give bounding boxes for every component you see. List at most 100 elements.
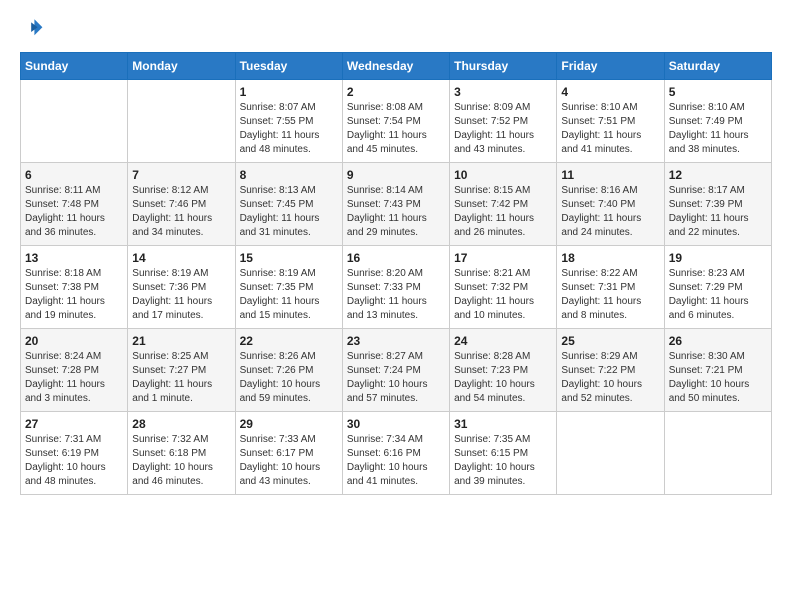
day-number: 19 — [669, 251, 767, 265]
weekday-header: Sunday — [21, 53, 128, 80]
day-number: 11 — [561, 168, 659, 182]
day-info: Sunrise: 8:07 AMSunset: 7:55 PMDaylight:… — [240, 101, 338, 157]
calendar-header-row: SundayMondayTuesdayWednesdayThursdayFrid… — [21, 53, 772, 80]
day-info: Sunrise: 8:22 AMSunset: 7:31 PMDaylight:… — [561, 267, 659, 323]
calendar-cell: 6 Sunrise: 8:11 AMSunset: 7:48 PMDaylight… — [21, 163, 128, 246]
day-info: Sunrise: 7:31 AMSunset: 6:19 PMDaylight:… — [25, 433, 123, 489]
calendar-cell: 9 Sunrise: 8:14 AMSunset: 7:43 PMDaylight… — [342, 163, 449, 246]
day-info: Sunrise: 7:35 AMSunset: 6:15 PMDaylight:… — [454, 433, 552, 489]
day-info: Sunrise: 7:32 AMSunset: 6:18 PMDaylight:… — [132, 433, 230, 489]
calendar-cell — [664, 412, 771, 495]
weekday-header: Thursday — [450, 53, 557, 80]
calendar-cell: 24 Sunrise: 8:28 AMSunset: 7:23 PMDayligh… — [450, 329, 557, 412]
day-info: Sunrise: 8:23 AMSunset: 7:29 PMDaylight:… — [669, 267, 767, 323]
day-number: 27 — [25, 417, 123, 431]
day-number: 7 — [132, 168, 230, 182]
weekday-header: Wednesday — [342, 53, 449, 80]
day-info: Sunrise: 8:28 AMSunset: 7:23 PMDaylight:… — [454, 350, 552, 406]
calendar-cell: 28 Sunrise: 7:32 AMSunset: 6:18 PMDayligh… — [128, 412, 235, 495]
day-info: Sunrise: 8:21 AMSunset: 7:32 PMDaylight:… — [454, 267, 552, 323]
day-number: 21 — [132, 334, 230, 348]
calendar-cell: 12Sunrise: 8:17 AMSunset: 7:39 PMDayligh… — [664, 163, 771, 246]
day-info: Sunrise: 8:29 AMSunset: 7:22 PMDaylight:… — [561, 350, 659, 406]
weekday-header: Friday — [557, 53, 664, 80]
day-number: 15 — [240, 251, 338, 265]
calendar-week-row: 1Sunrise: 8:07 AMSunset: 7:55 PMDaylight… — [21, 80, 772, 163]
day-info: Sunrise: 8:16 AMSunset: 7:40 PMDaylight:… — [561, 184, 659, 240]
day-info: Sunrise: 8:25 AMSunset: 7:27 PMDaylight:… — [132, 350, 230, 406]
day-info: Sunrise: 7:34 AMSunset: 6:16 PMDaylight:… — [347, 433, 445, 489]
weekday-header: Monday — [128, 53, 235, 80]
day-number: 31 — [454, 417, 552, 431]
day-info: Sunrise: 8:19 AMSunset: 7:36 PMDaylight:… — [132, 267, 230, 323]
page-header — [20, 16, 772, 40]
day-number: 22 — [240, 334, 338, 348]
calendar-cell — [21, 80, 128, 163]
day-number: 8 — [240, 168, 338, 182]
calendar-cell: 10 Sunrise: 8:15 AMSunset: 7:42 PMDayligh… — [450, 163, 557, 246]
day-number: 16 — [347, 251, 445, 265]
calendar-cell — [557, 412, 664, 495]
day-number: 10 — [454, 168, 552, 182]
calendar-cell: 2 Sunrise: 8:08 AMSunset: 7:54 PMDaylight… — [342, 80, 449, 163]
day-info: Sunrise: 8:12 AMSunset: 7:46 PMDaylight:… — [132, 184, 230, 240]
day-number: 4 — [561, 85, 659, 99]
day-number: 13 — [25, 251, 123, 265]
calendar-cell: 16 Sunrise: 8:20 AMSunset: 7:33 PMDayligh… — [342, 246, 449, 329]
calendar-week-row: 20 Sunrise: 8:24 AMSunset: 7:28 PMDayligh… — [21, 329, 772, 412]
day-number: 5 — [669, 85, 767, 99]
day-info: Sunrise: 8:09 AMSunset: 7:52 PMDaylight:… — [454, 101, 552, 157]
day-info: Sunrise: 8:26 AMSunset: 7:26 PMDaylight:… — [240, 350, 338, 406]
day-number: 17 — [454, 251, 552, 265]
day-number: 24 — [454, 334, 552, 348]
day-info: Sunrise: 8:11 AMSunset: 7:48 PMDaylight:… — [25, 184, 123, 240]
day-number: 26 — [669, 334, 767, 348]
calendar-cell: 30 Sunrise: 7:34 AMSunset: 6:16 PMDayligh… — [342, 412, 449, 495]
calendar-cell: 22 Sunrise: 8:26 AMSunset: 7:26 PMDayligh… — [235, 329, 342, 412]
calendar-cell: 23 Sunrise: 8:27 AMSunset: 7:24 PMDayligh… — [342, 329, 449, 412]
calendar-week-row: 6 Sunrise: 8:11 AMSunset: 7:48 PMDaylight… — [21, 163, 772, 246]
day-number: 9 — [347, 168, 445, 182]
calendar-cell: 20 Sunrise: 8:24 AMSunset: 7:28 PMDayligh… — [21, 329, 128, 412]
day-info: Sunrise: 8:08 AMSunset: 7:54 PMDaylight:… — [347, 101, 445, 157]
day-info: Sunrise: 8:10 AMSunset: 7:49 PMDaylight:… — [669, 101, 767, 157]
calendar-cell: 13Sunrise: 8:18 AMSunset: 7:38 PMDayligh… — [21, 246, 128, 329]
calendar-cell: 19 Sunrise: 8:23 AMSunset: 7:29 PMDayligh… — [664, 246, 771, 329]
day-info: Sunrise: 8:15 AMSunset: 7:42 PMDaylight:… — [454, 184, 552, 240]
day-number: 12 — [669, 168, 767, 182]
day-info: Sunrise: 8:13 AMSunset: 7:45 PMDaylight:… — [240, 184, 338, 240]
calendar-cell: 17 Sunrise: 8:21 AMSunset: 7:32 PMDayligh… — [450, 246, 557, 329]
calendar-cell: 11 Sunrise: 8:16 AMSunset: 7:40 PMDayligh… — [557, 163, 664, 246]
calendar-cell: 26 Sunrise: 8:30 AMSunset: 7:21 PMDayligh… — [664, 329, 771, 412]
day-number: 18 — [561, 251, 659, 265]
calendar-cell: 15 Sunrise: 8:19 AMSunset: 7:35 PMDayligh… — [235, 246, 342, 329]
day-number: 3 — [454, 85, 552, 99]
calendar-cell: 18 Sunrise: 8:22 AMSunset: 7:31 PMDayligh… — [557, 246, 664, 329]
day-number: 2 — [347, 85, 445, 99]
calendar-cell: 31 Sunrise: 7:35 AMSunset: 6:15 PMDayligh… — [450, 412, 557, 495]
weekday-header: Tuesday — [235, 53, 342, 80]
calendar-cell: 27 Sunrise: 7:31 AMSunset: 6:19 PMDayligh… — [21, 412, 128, 495]
day-info: Sunrise: 8:24 AMSunset: 7:28 PMDaylight:… — [25, 350, 123, 406]
calendar-cell: 21 Sunrise: 8:25 AMSunset: 7:27 PMDayligh… — [128, 329, 235, 412]
day-number: 29 — [240, 417, 338, 431]
calendar-cell: 5 Sunrise: 8:10 AMSunset: 7:49 PMDaylight… — [664, 80, 771, 163]
day-info: Sunrise: 8:27 AMSunset: 7:24 PMDaylight:… — [347, 350, 445, 406]
day-number: 28 — [132, 417, 230, 431]
day-info: Sunrise: 8:30 AMSunset: 7:21 PMDaylight:… — [669, 350, 767, 406]
calendar-cell: 25 Sunrise: 8:29 AMSunset: 7:22 PMDayligh… — [557, 329, 664, 412]
day-info: Sunrise: 8:14 AMSunset: 7:43 PMDaylight:… — [347, 184, 445, 240]
day-number: 20 — [25, 334, 123, 348]
day-number: 23 — [347, 334, 445, 348]
day-number: 30 — [347, 417, 445, 431]
calendar-cell: 7 Sunrise: 8:12 AMSunset: 7:46 PMDaylight… — [128, 163, 235, 246]
day-info: Sunrise: 8:20 AMSunset: 7:33 PMDaylight:… — [347, 267, 445, 323]
day-info: Sunrise: 8:10 AMSunset: 7:51 PMDaylight:… — [561, 101, 659, 157]
calendar-week-row: 27 Sunrise: 7:31 AMSunset: 6:19 PMDayligh… — [21, 412, 772, 495]
day-number: 25 — [561, 334, 659, 348]
calendar-cell: 8 Sunrise: 8:13 AMSunset: 7:45 PMDaylight… — [235, 163, 342, 246]
day-number: 6 — [25, 168, 123, 182]
logo — [20, 16, 46, 40]
day-info: Sunrise: 8:19 AMSunset: 7:35 PMDaylight:… — [240, 267, 338, 323]
calendar-cell: 1Sunrise: 8:07 AMSunset: 7:55 PMDaylight… — [235, 80, 342, 163]
